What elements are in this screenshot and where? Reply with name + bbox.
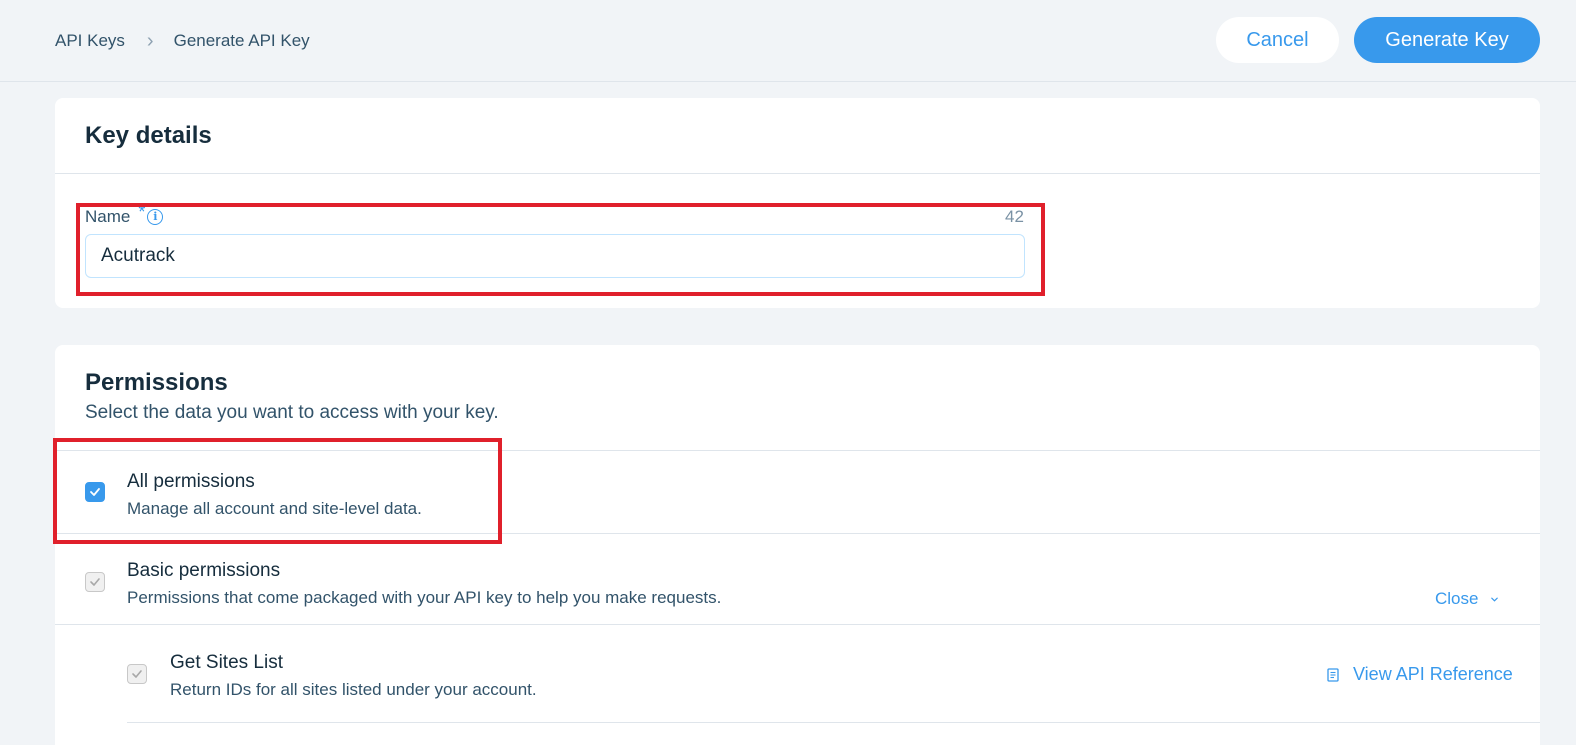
permissions-subtitle: Select the data you want to access with …: [85, 402, 499, 423]
basic-permissions-name: Basic permissions: [127, 560, 281, 581]
required-mark: *: [138, 202, 146, 222]
check-icon: [90, 488, 100, 496]
basic-permissions-checkbox: [85, 572, 105, 592]
name-label-text: Name: [85, 206, 131, 226]
divider: [127, 722, 1540, 723]
top-bar: API Keys › Generate API Key Cancel Gener…: [0, 0, 1576, 82]
char-count: 42: [1005, 207, 1024, 226]
close-toggle[interactable]: Close: [1435, 589, 1499, 609]
name-input[interactable]: [85, 234, 1025, 278]
all-permissions-name: All permissions: [127, 471, 255, 492]
all-permissions-row: All permissions Manage all account and s…: [55, 451, 1540, 533]
cancel-button[interactable]: Cancel: [1216, 17, 1339, 63]
permissions-card: Permissions Select the data you want to …: [55, 345, 1540, 745]
generate-key-button[interactable]: Generate Key: [1354, 17, 1540, 63]
breadcrumb-current: Generate API Key: [173, 31, 310, 50]
chevron-right-icon: ›: [146, 30, 154, 52]
all-permissions-checkbox[interactable]: [85, 482, 105, 502]
get-sites-list-row: Get Sites List Return IDs for all sites …: [55, 625, 1540, 723]
breadcrumb: API Keys › Generate API Key: [55, 30, 310, 52]
view-api-reference-link[interactable]: View API Reference: [1327, 664, 1513, 685]
info-icon[interactable]: i: [147, 208, 164, 225]
key-details-card: Key details Name * i 42: [55, 98, 1540, 308]
name-label: Name * i: [85, 202, 164, 227]
permissions-title: Permissions: [85, 369, 228, 396]
key-details-title: Key details: [85, 122, 212, 149]
document-icon: [1327, 667, 1339, 682]
check-icon: [90, 578, 100, 586]
basic-permissions-row: Basic permissions Permissions that come …: [55, 534, 1540, 624]
get-sites-list-description: Return IDs for all sites listed under yo…: [170, 680, 537, 699]
get-sites-list-checkbox: [127, 664, 147, 684]
all-permissions-description: Manage all account and site-level data.: [127, 499, 422, 518]
basic-permissions-description: Permissions that come packaged with your…: [127, 588, 722, 607]
breadcrumb-api-keys[interactable]: API Keys: [55, 31, 125, 51]
check-icon: [132, 670, 142, 678]
get-sites-list-name: Get Sites List: [170, 652, 283, 673]
chevron-down-icon: [1491, 597, 1499, 602]
view-api-reference-label: View API Reference: [1353, 664, 1513, 684]
divider: [55, 173, 1540, 174]
close-toggle-label: Close: [1435, 589, 1479, 608]
